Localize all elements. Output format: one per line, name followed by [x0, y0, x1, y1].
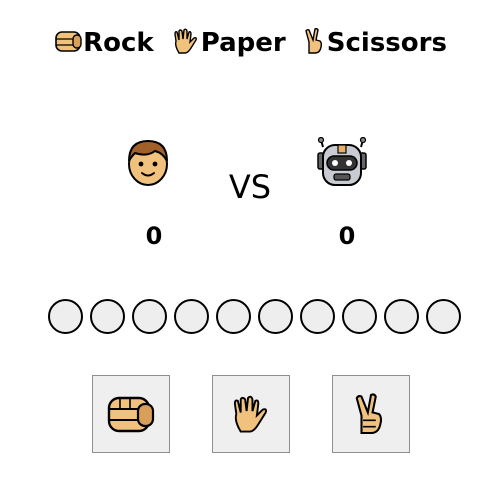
boy-face-icon: [128, 139, 168, 186]
fist-icon: [107, 396, 155, 433]
round-indicators: [48, 299, 461, 334]
round-indicator: [216, 299, 251, 334]
round-indicator: [48, 299, 83, 334]
paper-button[interactable]: [212, 375, 290, 453]
cpu-avatar: [312, 132, 372, 192]
round-indicator: [426, 299, 461, 334]
victory-hand-icon: [305, 27, 322, 54]
robot-face-icon: [317, 137, 367, 186]
round-indicator: [342, 299, 377, 334]
title-rock-label: Rock: [83, 28, 154, 58]
round-indicator: [174, 299, 209, 334]
scissors-button[interactable]: [332, 375, 410, 453]
player-score: 0: [145, 222, 163, 250]
raised-hand-icon: [233, 395, 267, 433]
fist-icon: [55, 31, 82, 52]
title-scissors-label: Scissors: [326, 28, 447, 58]
versus-label: VS: [228, 168, 272, 206]
round-indicator: [384, 299, 419, 334]
title-paper-label: Paper: [200, 28, 286, 58]
round-indicator: [90, 299, 125, 334]
rock-button[interactable]: [92, 375, 170, 453]
victory-hand-icon: [355, 393, 383, 435]
round-indicator: [300, 299, 335, 334]
player-avatar: [118, 132, 178, 192]
round-indicator: [258, 299, 293, 334]
cpu-score: 0: [338, 222, 356, 250]
game-title: Rock Paper Scissors: [0, 27, 500, 58]
round-indicator: [132, 299, 167, 334]
raised-hand-icon: [174, 28, 197, 54]
